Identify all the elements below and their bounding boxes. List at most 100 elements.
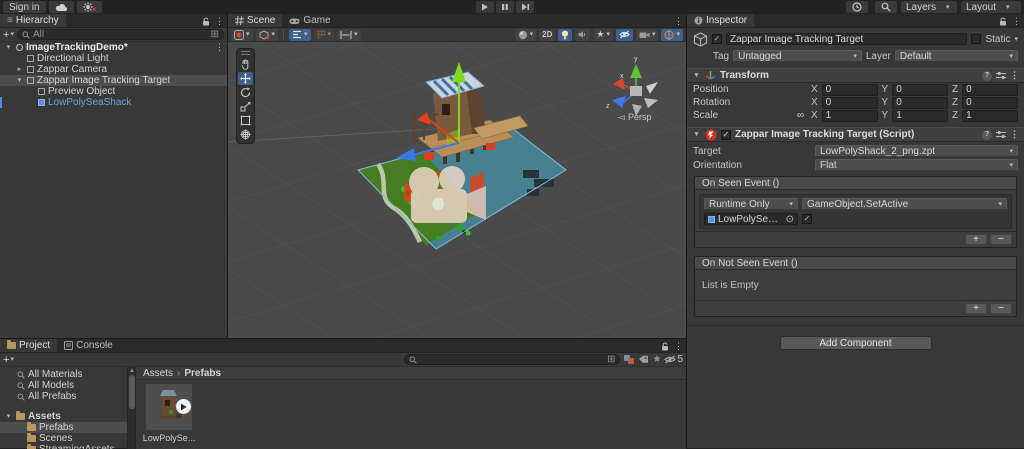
remove-event-button[interactable]: − xyxy=(990,303,1012,314)
move-tool-button[interactable] xyxy=(238,72,253,85)
hierarchy-item-lowpolyseashack[interactable]: LowPolySeaShack xyxy=(0,97,227,108)
search-by-label-icon[interactable] xyxy=(638,355,649,364)
favorite-all-materials[interactable]: All Materials xyxy=(0,369,127,380)
lock-icon[interactable] xyxy=(202,17,210,26)
scene-camera-dropdown[interactable]: ▾ xyxy=(636,29,659,41)
add-event-button[interactable]: + xyxy=(965,303,987,314)
shading-sphere-dropdown[interactable]: ▾ xyxy=(515,29,537,41)
tab-inspector[interactable]: Inspector xyxy=(687,14,754,27)
project-tree-scrollbar[interactable]: ▲ xyxy=(127,367,135,449)
expand-arrow-icon[interactable]: ▾ xyxy=(15,75,24,86)
tab-console[interactable]: Console xyxy=(57,339,120,352)
hidden-packages-toggle[interactable]: 5 xyxy=(664,354,683,365)
rotation-y-input[interactable]: 0 xyxy=(892,97,948,109)
hierarchy-item-preview-object[interactable]: Preview Object xyxy=(0,86,227,97)
event-function-dropdown[interactable]: GameObject.SetActive▾ xyxy=(802,198,1007,210)
hierarchy-kebab-icon[interactable]: ⋮ xyxy=(215,16,224,27)
hierarchy-item-directional-light[interactable]: Directional Light xyxy=(0,53,227,64)
step-button[interactable] xyxy=(516,1,534,13)
breadcrumb-current[interactable]: Prefabs xyxy=(184,368,221,379)
audio-toggle[interactable] xyxy=(575,29,590,41)
tab-project[interactable]: Project xyxy=(0,339,57,352)
add-event-button[interactable]: + xyxy=(965,234,987,245)
overlay-drag-handle[interactable] xyxy=(241,51,250,55)
hierarchy-item-imagetrackingdemo[interactable]: ▾ImageTrackingDemo*⋮ xyxy=(0,42,227,53)
expand-arrow-icon[interactable]: ▾ xyxy=(4,42,13,53)
favorites-filter-icon[interactable]: ★ xyxy=(652,354,661,365)
folder-item-streamingassets[interactable]: StreamingAssets xyxy=(0,444,127,449)
scene-kebab-icon[interactable]: ⋮ xyxy=(674,16,683,27)
script-component-header[interactable]: ▾ ✓ Zappar Image Tracking Target (Script… xyxy=(687,127,1024,142)
effects-dropdown[interactable]: ★▾ xyxy=(593,29,613,41)
position-z-input[interactable]: 0 xyxy=(962,84,1018,96)
object-picker-icon[interactable]: ⊙ xyxy=(786,214,794,225)
spacing-tool-dropdown[interactable]: ▾ xyxy=(337,29,361,41)
prefab-asset-label[interactable]: LowPolySe... xyxy=(138,433,200,443)
scene-visibility-toggle[interactable] xyxy=(616,29,633,41)
tab-scene[interactable]: Scene xyxy=(228,14,282,27)
event-mode-dropdown[interactable]: Runtime Only▾ xyxy=(704,198,798,210)
tag-dropdown[interactable]: Untagged▾ xyxy=(733,50,862,62)
item-kebab-icon[interactable]: ⋮ xyxy=(215,42,224,53)
search-by-type-icon[interactable] xyxy=(623,354,635,365)
sign-in-button[interactable]: Sign in xyxy=(3,1,46,13)
undo-history-button[interactable] xyxy=(846,1,868,13)
folder-item-prefabs[interactable]: Prefabs xyxy=(0,422,127,433)
folder-item-scenes[interactable]: Scenes xyxy=(0,433,127,444)
help-icon[interactable]: ? xyxy=(982,130,992,140)
transform-tool-button[interactable] xyxy=(238,128,253,141)
layers-dropdown[interactable]: Layers▾ xyxy=(901,1,957,13)
orientation-dropdown[interactable]: Flat▾ xyxy=(815,159,1018,171)
play-button[interactable] xyxy=(476,1,494,13)
scale-tool-button[interactable] xyxy=(238,100,253,113)
target-dropdown[interactable]: LowPolyShack_2_png.zpt▾ xyxy=(815,145,1018,157)
persp-label[interactable]: Persp xyxy=(628,112,652,122)
hierarchy-item-zappar-image-tracking-target[interactable]: ▾Zappar Image Tracking Target xyxy=(0,75,227,86)
rect-tool-button[interactable] xyxy=(238,114,253,127)
scale-z-input[interactable]: 1 xyxy=(962,110,1018,122)
lighting-toggle[interactable] xyxy=(558,29,572,41)
rotation-x-input[interactable]: 0 xyxy=(822,97,878,109)
orientation-gizmo[interactable]: x y z ◅ Persp xyxy=(606,56,658,122)
global-search-button[interactable] xyxy=(875,1,897,13)
folder-item-assets[interactable]: ▾Assets xyxy=(0,411,127,422)
component-kebab-icon[interactable]: ⋮ xyxy=(1010,70,1019,81)
hierarchy-create-button[interactable]: + ▾ xyxy=(3,29,14,41)
save-search-icon[interactable]: ⊞ xyxy=(211,29,219,40)
foldout-arrow[interactable]: ▾ xyxy=(692,70,701,81)
preset-icon[interactable] xyxy=(996,130,1006,139)
add-component-button[interactable]: Add Component xyxy=(780,336,932,350)
tab-hierarchy[interactable]: ≡ Hierarchy xyxy=(0,14,66,27)
rotation-z-input[interactable]: 0 xyxy=(962,97,1018,109)
gizmo-lines-toggle[interactable]: ▾ xyxy=(289,29,311,41)
draw-mode-dropdown[interactable]: ▾ xyxy=(231,29,253,41)
pause-button[interactable] xyxy=(496,1,514,13)
help-icon[interactable]: ? xyxy=(982,71,992,81)
gizmos-dropdown[interactable]: ▾ xyxy=(661,29,683,41)
prefab-asset-thumbnail[interactable] xyxy=(146,384,192,430)
static-caret-icon[interactable]: ▾ xyxy=(1014,36,1018,43)
expand-arrow-icon[interactable]: ▾ xyxy=(4,411,13,422)
favorite-all-models[interactable]: All Models xyxy=(0,380,127,391)
position-x-input[interactable]: 0 xyxy=(822,84,878,96)
project-search-input[interactable]: ⊞ xyxy=(404,354,620,365)
expand-arrow-icon[interactable]: ▸ xyxy=(15,64,24,75)
event-object-field[interactable]: LowPolySeaShac ⊙ xyxy=(704,213,798,225)
tab-game[interactable]: Game xyxy=(282,14,337,27)
grid-snap-dropdown[interactable]: ▾ xyxy=(314,29,335,41)
lock-icon[interactable] xyxy=(661,342,669,351)
layer-dropdown[interactable]: Default▾ xyxy=(895,50,1018,62)
hand-tool-button[interactable] xyxy=(238,58,253,71)
camera-view-dropdown[interactable]: ▾ xyxy=(256,29,279,41)
inspector-kebab-icon[interactable]: ⋮ xyxy=(1012,16,1021,27)
breadcrumb-root[interactable]: Assets xyxy=(143,368,173,379)
project-create-button[interactable]: + ▾ xyxy=(3,354,14,366)
prefab-preview-play-button[interactable] xyxy=(176,399,191,414)
rotate-tool-button[interactable] xyxy=(238,86,253,99)
cloud-services-button[interactable] xyxy=(49,1,74,13)
static-checkbox[interactable] xyxy=(971,34,981,44)
hierarchy-search-input[interactable]: All ⊞ xyxy=(17,29,224,40)
position-y-input[interactable]: 0 xyxy=(892,84,948,96)
preset-icon[interactable] xyxy=(996,71,1006,80)
favorite-all-prefabs[interactable]: All Prefabs xyxy=(0,391,127,402)
